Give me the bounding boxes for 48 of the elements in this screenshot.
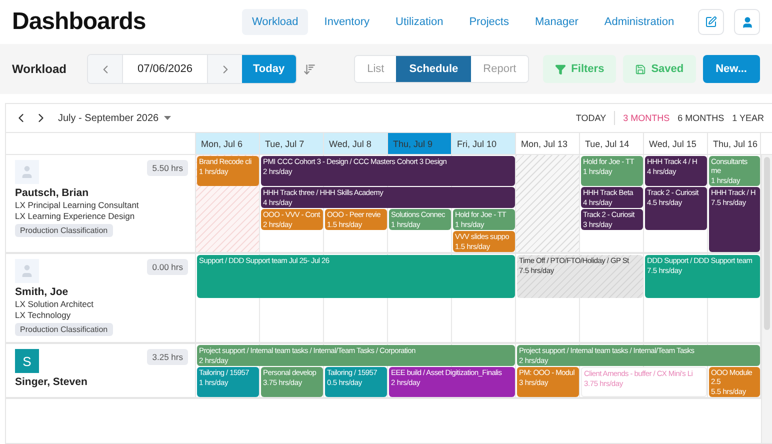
- edit-icon: [705, 16, 717, 28]
- view-tab[interactable]: Schedule: [396, 56, 472, 82]
- nav-tab[interactable]: Projects: [459, 9, 519, 35]
- day-header: Mon, Jul 6: [196, 133, 260, 154]
- department: LX Technology: [15, 310, 72, 320]
- job-title: LX Solution Architect: [15, 299, 94, 309]
- range-dropdown[interactable]: July - September 2026: [54, 112, 171, 124]
- page-title: Workload: [12, 62, 68, 76]
- caret-icon: [164, 116, 171, 120]
- range-option[interactable]: 1 YEAR: [732, 113, 764, 123]
- new-button[interactable]: New...: [702, 55, 760, 83]
- today-button[interactable]: Today: [242, 55, 296, 83]
- day-header: Tue, Jul 7: [260, 133, 324, 154]
- department: LX Learning Experience Design: [15, 211, 136, 221]
- person-name: Smith, Joe: [15, 286, 70, 298]
- nav-tab[interactable]: Administration: [594, 9, 684, 35]
- today-link[interactable]: TODAY: [576, 113, 606, 123]
- day-header: Fri, Jul 10: [452, 133, 516, 154]
- saved-button[interactable]: Saved: [623, 55, 696, 83]
- edit-button[interactable]: [698, 9, 724, 35]
- job-title: LX Principal Learning Consultant: [15, 200, 140, 210]
- hours-badge: 5.50 hrs: [147, 160, 188, 176]
- hours-badge: 3.25 hrs: [147, 349, 188, 365]
- sort-button[interactable]: [302, 62, 316, 76]
- hours-badge: 0.00 hrs: [147, 259, 188, 275]
- classification-tag: Production Classification: [15, 323, 113, 336]
- classification-tag: Production Classification: [15, 224, 113, 237]
- user-button[interactable]: [734, 9, 760, 35]
- nav-tab[interactable]: Manager: [524, 9, 588, 35]
- filter-icon: [555, 64, 566, 74]
- nav-tab[interactable]: Inventory: [314, 9, 380, 35]
- range-option[interactable]: 3 MONTHS: [623, 113, 670, 123]
- person-name: Pautsch, Brian: [15, 187, 90, 199]
- user-icon: [740, 16, 754, 28]
- avatar-placeholder-icon: [15, 259, 39, 283]
- day-header: Thu, Jul 9: [388, 133, 452, 154]
- avatar: S: [15, 349, 39, 373]
- nav-tab[interactable]: Workload: [242, 9, 308, 35]
- nav-tab[interactable]: Utilization: [386, 9, 454, 35]
- person-name: Singer, Steven: [15, 376, 88, 388]
- save-icon: [635, 64, 646, 74]
- logo-text: Dashboards: [12, 8, 146, 36]
- sort-icon: [302, 62, 316, 76]
- filters-button[interactable]: Filters: [543, 55, 616, 83]
- scrollbar[interactable]: [761, 155, 772, 443]
- day-header: Wed, Jul 8: [324, 133, 388, 154]
- range-option[interactable]: 6 MONTHS: [678, 113, 724, 123]
- avatar-placeholder-icon: [15, 160, 39, 184]
